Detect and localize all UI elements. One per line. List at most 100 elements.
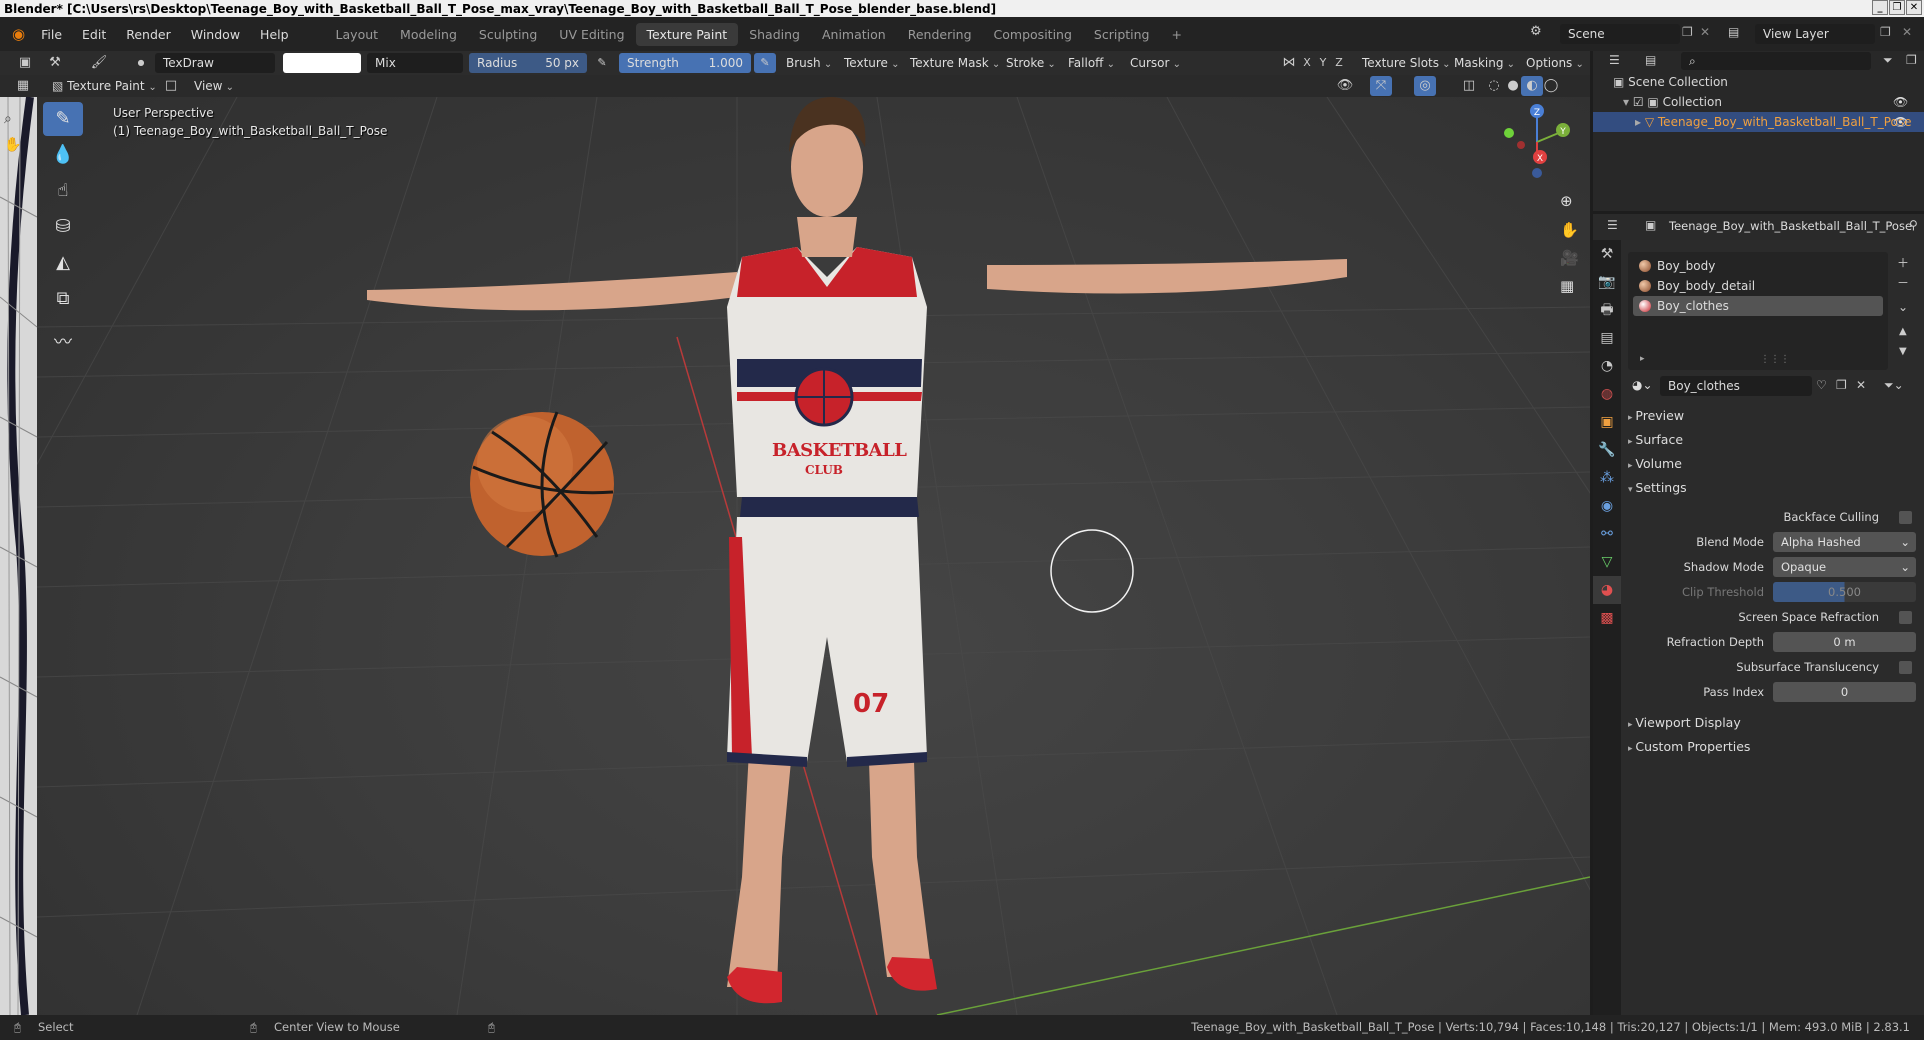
- menu-texture-slots[interactable]: Texture Slots: [1356, 53, 1457, 73]
- mode-dropdown[interactable]: ▧ Texture Paint: [46, 76, 163, 96]
- clone-tool-icon[interactable]: ⛁: [43, 210, 83, 244]
- tab-layout[interactable]: Layout: [325, 23, 390, 46]
- grid-view-icon[interactable]: ▦: [1560, 277, 1574, 295]
- uv-grid-icon[interactable]: ▦: [12, 76, 34, 96]
- menu-options[interactable]: Options: [1520, 53, 1590, 73]
- refraction-depth-field[interactable]: 0 m: [1773, 632, 1916, 652]
- resize-handle-icon[interactable]: ⋮⋮⋮: [1760, 354, 1790, 365]
- link-mode-icon[interactable]: ⏷⌄: [1884, 378, 1904, 393]
- constraints-tab-icon[interactable]: ⚯: [1593, 520, 1621, 548]
- material-slot-boy-body[interactable]: Boy_body: [1633, 256, 1883, 276]
- new-scene-icon[interactable]: ❐: [1682, 25, 1693, 39]
- texture-tab-icon[interactable]: ▩: [1593, 604, 1621, 632]
- zoom-icon[interactable]: ⊕: [1560, 192, 1573, 210]
- physics-tab-icon[interactable]: ◉: [1593, 492, 1621, 520]
- tab-shading[interactable]: Shading: [738, 23, 811, 46]
- strength-field[interactable]: Strength 1.000: [619, 53, 751, 73]
- tab-uv-editing[interactable]: UV Editing: [548, 23, 635, 46]
- render-tab-icon[interactable]: 📷: [1593, 268, 1621, 296]
- menu-window[interactable]: Window: [181, 27, 250, 42]
- panel-settings[interactable]: ▾ Settings: [1628, 477, 1687, 499]
- subsurface-translucency-checkbox[interactable]: [1899, 661, 1912, 674]
- list-expand-icon[interactable]: ▸: [1640, 354, 1645, 364]
- mask-tool-icon[interactable]: ⧉: [43, 282, 83, 316]
- data-tab-icon[interactable]: ▽: [1593, 548, 1621, 576]
- tab-animation[interactable]: Animation: [811, 23, 897, 46]
- panel-volume[interactable]: ▸ Volume: [1628, 453, 1682, 475]
- menu-edit[interactable]: Edit: [72, 27, 116, 42]
- menu-view[interactable]: View: [188, 76, 240, 96]
- add-workspace-button[interactable]: +: [1161, 23, 1193, 46]
- navigation-gizmo[interactable]: Z Y X: [1487, 97, 1587, 187]
- outliner-object-row[interactable]: ▸ ▽ Teenage_Boy_with_Basketball_Ball_T_P…: [1593, 112, 1924, 132]
- outliner-scene-collection[interactable]: ▣ Scene Collection: [1613, 72, 1913, 92]
- clip-threshold-slider[interactable]: 0.500: [1773, 582, 1916, 602]
- move-up-icon[interactable]: ▲: [1899, 326, 1907, 337]
- panel-custom-properties[interactable]: ▸ Custom Properties: [1628, 736, 1750, 758]
- maximize-button[interactable]: ❐: [1889, 0, 1905, 15]
- radius-pressure-icon[interactable]: ✎: [591, 53, 613, 73]
- camera-icon[interactable]: 🎥: [1560, 249, 1579, 267]
- particles-tab-icon[interactable]: ⁂: [1593, 464, 1621, 492]
- scene-field[interactable]: Scene: [1560, 24, 1680, 44]
- move-down-icon[interactable]: ▼: [1899, 346, 1907, 357]
- annotate-tool-icon[interactable]: 〰: [43, 326, 83, 360]
- backface-culling-checkbox[interactable]: [1899, 511, 1912, 524]
- menu-stroke[interactable]: Stroke: [1000, 53, 1062, 73]
- menu-texture[interactable]: Texture: [838, 53, 906, 73]
- menu-help[interactable]: Help: [250, 27, 299, 42]
- menu-masking[interactable]: Masking: [1448, 53, 1521, 73]
- object-tab-icon[interactable]: ▣: [1593, 408, 1621, 436]
- tool-tab-icon[interactable]: ⚒: [1593, 240, 1621, 268]
- tab-rendering[interactable]: Rendering: [897, 23, 983, 46]
- uv-editor-strip[interactable]: ⌕ ✋: [0, 97, 37, 1015]
- material-name-field[interactable]: Boy_clothes: [1660, 376, 1812, 396]
- mirror-z-button[interactable]: Z: [1328, 53, 1350, 73]
- panel-preview[interactable]: ▸ Preview: [1628, 405, 1684, 427]
- 3d-viewport[interactable]: BASKETBALL CLUB 07 User Perspective (1) …: [37, 97, 1590, 1015]
- overlay-toggle-icon[interactable]: ◎: [1414, 76, 1436, 96]
- visibility-icon[interactable]: 👁: [1334, 76, 1356, 96]
- unlink-material-icon[interactable]: ✕: [1856, 378, 1866, 392]
- pass-index-field[interactable]: 0: [1773, 682, 1916, 702]
- shadow-mode-dropdown[interactable]: Opaque ⌄: [1773, 557, 1916, 577]
- visibility-eye-icon[interactable]: 👁: [1893, 92, 1908, 112]
- expand-arrow-icon[interactable]: ▾: [1623, 95, 1633, 109]
- blender-logo-icon[interactable]: ◉: [12, 25, 25, 43]
- smear-tool-icon[interactable]: ☝: [43, 174, 83, 208]
- material-slot-boy-clothes[interactable]: Boy_clothes: [1633, 296, 1883, 316]
- slot-specials-icon[interactable]: ⌄: [1898, 300, 1908, 314]
- material-slot-boy-body-detail[interactable]: Boy_body_detail: [1633, 276, 1883, 296]
- draw-tool-icon[interactable]: ✎: [43, 102, 83, 136]
- menu-falloff[interactable]: Falloff: [1062, 53, 1121, 73]
- modifier-tab-icon[interactable]: 🔧: [1593, 436, 1621, 464]
- close-button[interactable]: ✕: [1906, 0, 1922, 15]
- uv-pan-icon[interactable]: ✋: [4, 137, 21, 153]
- properties-editor-icon[interactable]: ☰: [1607, 218, 1618, 232]
- menu-cursor[interactable]: Cursor: [1124, 53, 1187, 73]
- mask-toggle-icon[interactable]: □: [160, 76, 182, 96]
- tool-settings-icon[interactable]: ⚒: [44, 53, 66, 73]
- minimize-button[interactable]: _: [1872, 0, 1888, 15]
- strength-pressure-icon[interactable]: ✎: [754, 53, 776, 73]
- view-layer-field[interactable]: View Layer: [1755, 24, 1875, 44]
- screen-space-refraction-checkbox[interactable]: [1899, 611, 1912, 624]
- world-tab-icon[interactable]: ◍: [1593, 380, 1621, 408]
- rendered-shading-icon[interactable]: ◯: [1540, 76, 1562, 96]
- fake-user-icon[interactable]: ♡: [1816, 378, 1827, 392]
- fill-tool-icon[interactable]: ◭: [43, 246, 83, 280]
- pan-icon[interactable]: ✋: [1560, 221, 1579, 239]
- expand-arrow-icon[interactable]: ▸: [1635, 115, 1645, 129]
- scene-selector-icon[interactable]: ⚙: [1530, 24, 1542, 39]
- add-slot-button[interactable]: ＋: [1897, 254, 1909, 271]
- brush-color-swatch[interactable]: [283, 53, 361, 73]
- tab-scripting[interactable]: Scripting: [1083, 23, 1161, 46]
- panel-viewport-display[interactable]: ▸ Viewport Display: [1628, 712, 1741, 734]
- brush-name-field[interactable]: TexDraw: [155, 53, 275, 73]
- menu-render[interactable]: Render: [116, 27, 181, 42]
- tab-texture-paint[interactable]: Texture Paint: [635, 22, 739, 46]
- delete-scene-icon[interactable]: ✕: [1700, 25, 1710, 39]
- collection-checkbox[interactable]: ☑: [1633, 95, 1648, 109]
- view-layer-icon[interactable]: ▤: [1728, 25, 1739, 39]
- blend-mode-dropdown[interactable]: Mix: [367, 53, 463, 73]
